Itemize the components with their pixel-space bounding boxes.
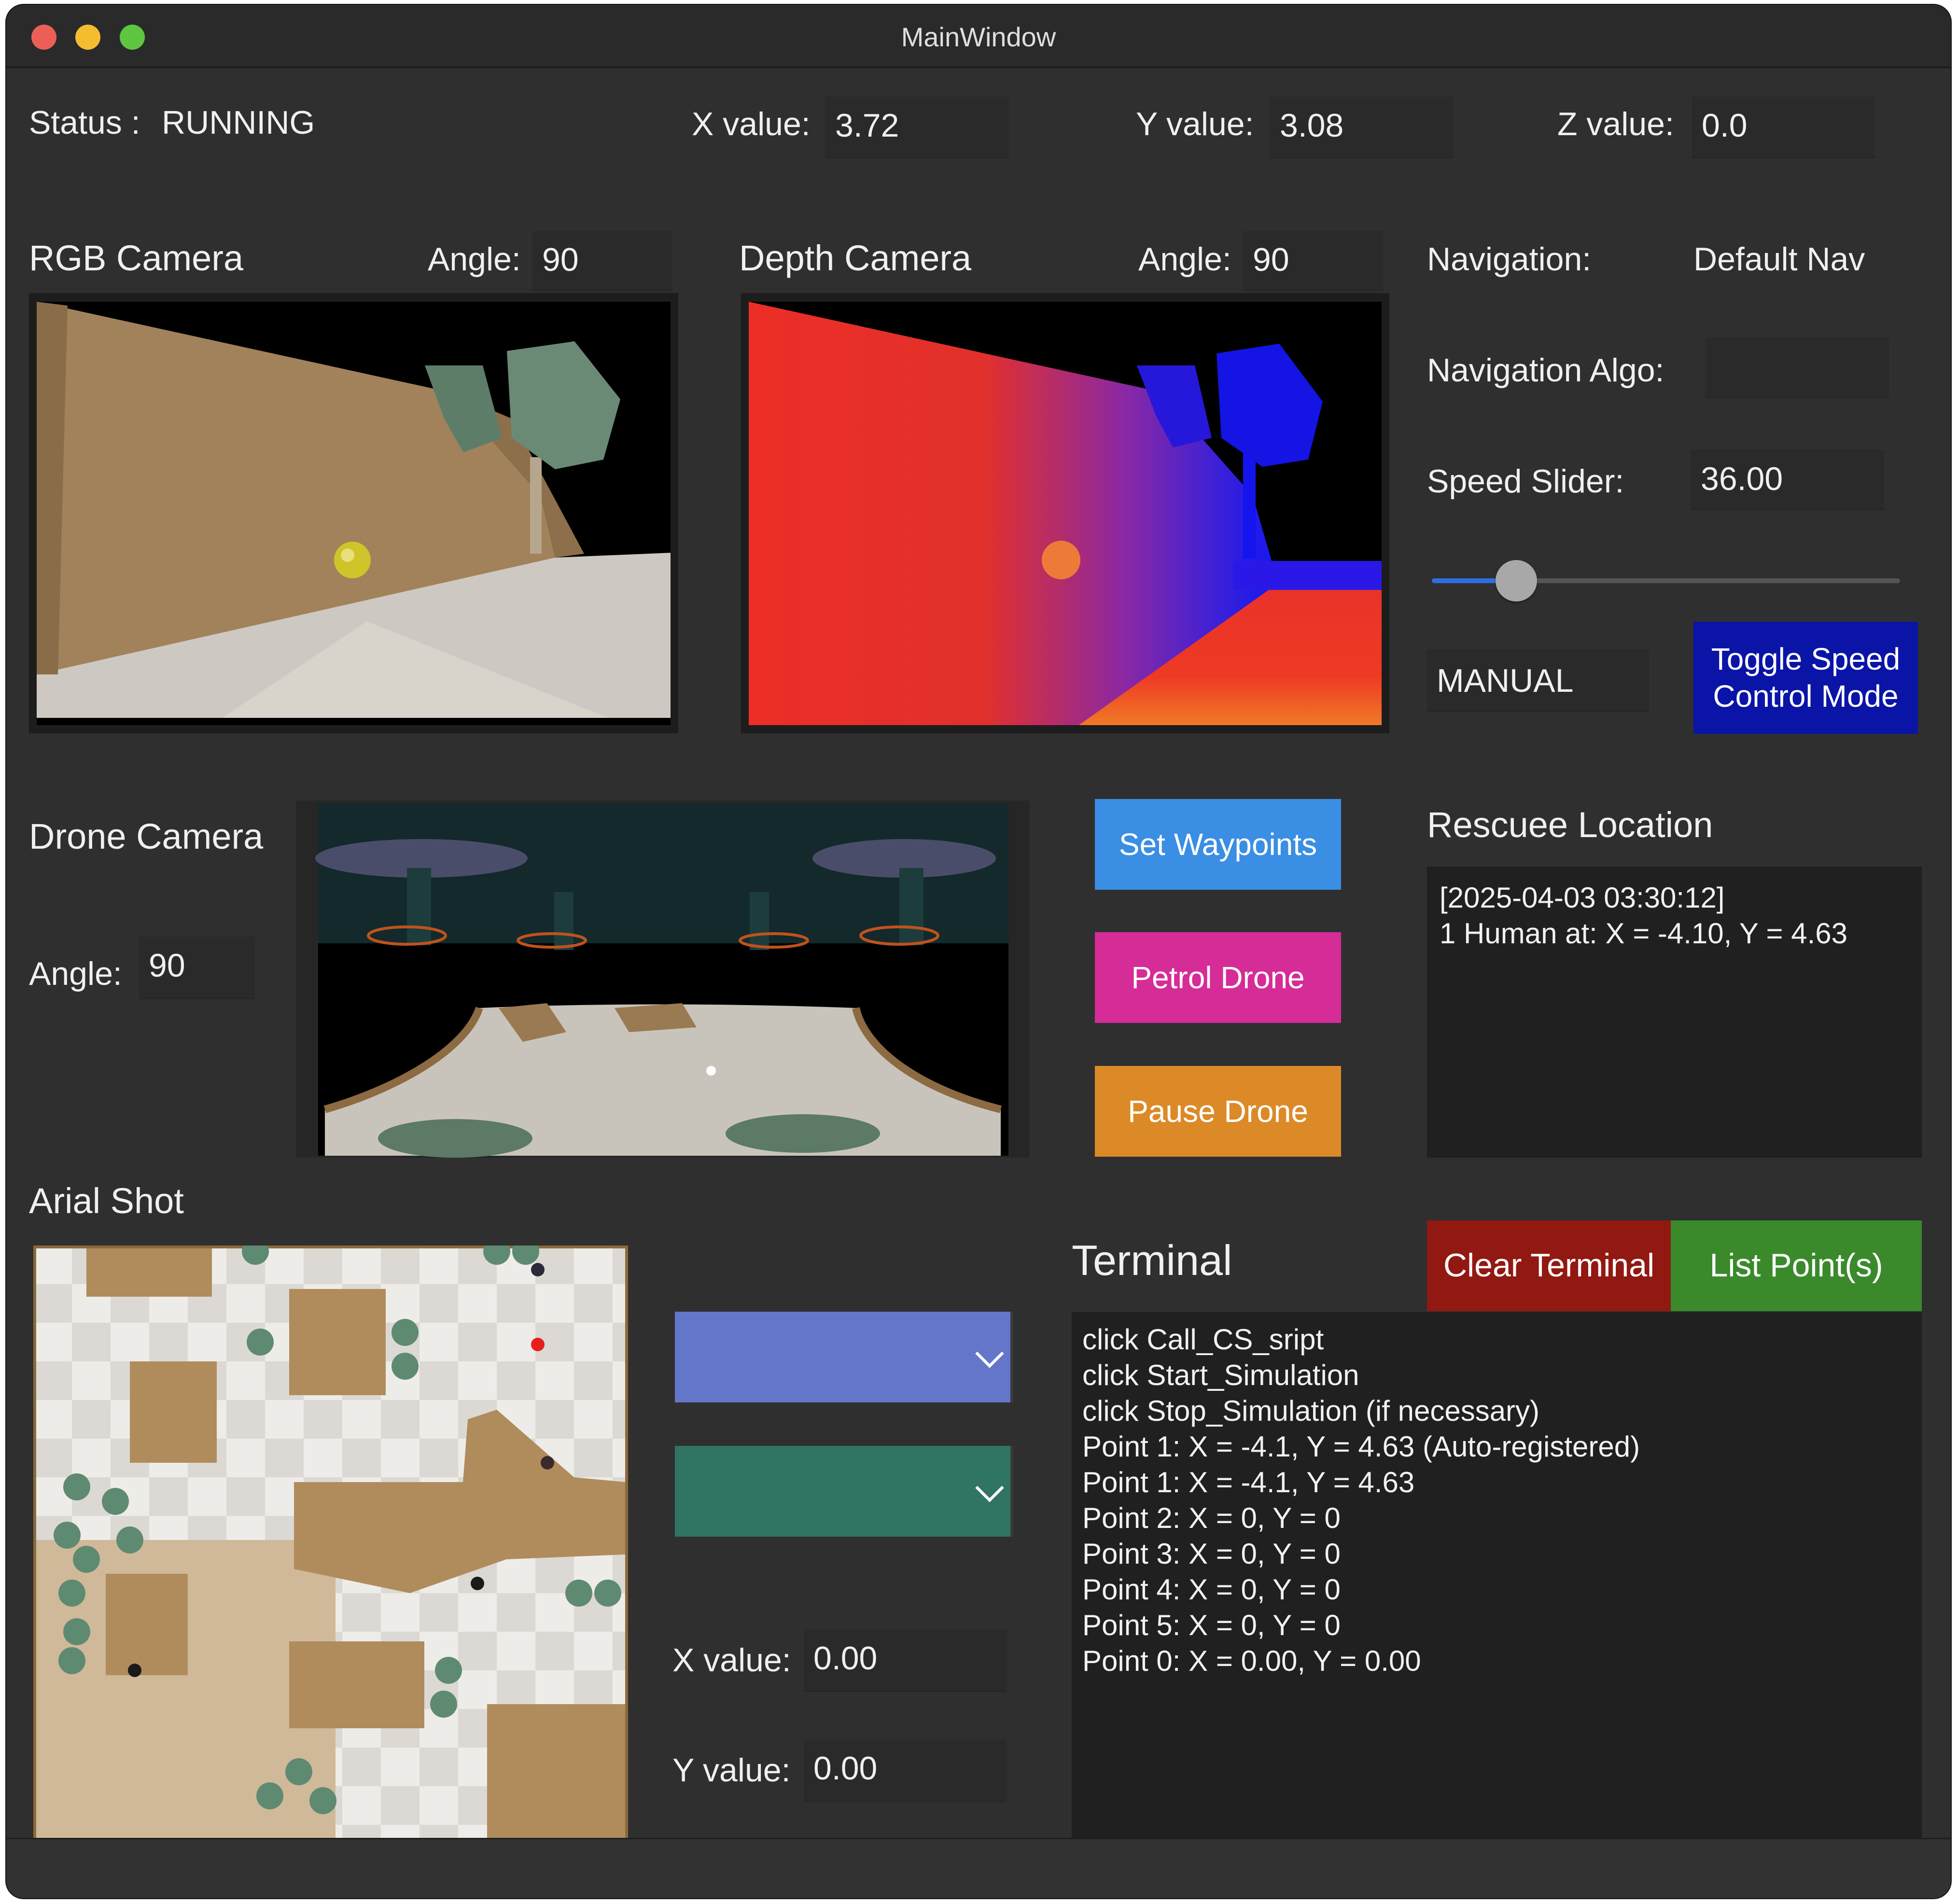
second-dropdown[interactable] <box>675 1446 1013 1537</box>
rgb-camera-title: RGB Camera <box>29 238 244 278</box>
petrol-drone-button[interactable]: Petrol Drone <box>1095 932 1341 1023</box>
speed-slider-handle[interactable] <box>1495 560 1537 602</box>
depth-camera-title: Depth Camera <box>739 238 972 278</box>
status-bar <box>6 1838 1951 1898</box>
navigation-algo-field[interactable] <box>1706 338 1889 398</box>
rgb-angle-field[interactable]: 90 <box>532 231 672 291</box>
drone-camera-image <box>315 803 1008 1158</box>
drone-angle-field[interactable]: 90 <box>139 937 255 999</box>
depth-camera-image <box>749 302 1382 725</box>
waypoint-x-label: X value: <box>672 1642 791 1679</box>
clear-terminal-button[interactable]: Clear Terminal <box>1427 1220 1671 1311</box>
waypoint-x-field[interactable]: 0.00 <box>804 1629 1007 1692</box>
depth-angle-label: Angle: <box>1138 241 1231 278</box>
title-bar: MainWindow <box>6 5 1951 68</box>
drone-angle-label: Angle: <box>29 955 122 992</box>
x-value-field[interactable]: 3.72 <box>825 97 1009 158</box>
chevron-down-icon <box>975 1473 1004 1502</box>
y-value-label: Y value: <box>1136 106 1254 142</box>
pause-drone-button[interactable]: Pause Drone <box>1095 1066 1341 1157</box>
x-value-label: X value: <box>692 106 811 142</box>
drone-camera-view <box>296 800 1030 1158</box>
navigation-label: Navigation: <box>1427 241 1592 278</box>
z-value-field[interactable]: 0.0 <box>1692 97 1875 158</box>
terminal-title: Terminal <box>1072 1236 1232 1284</box>
arial-shot-view <box>33 1246 628 1842</box>
z-value-label: Z value: <box>1557 106 1674 142</box>
status-label: Status : <box>29 104 140 141</box>
drone-camera-title: Drone Camera <box>29 816 264 856</box>
waypoint-y-field[interactable]: 0.00 <box>804 1739 1007 1802</box>
arial-shot-title: Arial Shot <box>29 1181 184 1221</box>
depth-camera-view <box>741 293 1389 733</box>
window-title: MainWindow <box>901 22 1056 52</box>
list-points-button[interactable]: List Point(s) <box>1671 1220 1922 1311</box>
first-dropdown[interactable] <box>675 1312 1013 1402</box>
speed-mode-field: MANUAL <box>1427 649 1649 712</box>
rescuee-location-text: [2025-04-03 03:30:12] 1 Human at: X = -4… <box>1427 867 1922 1158</box>
arial-shot-image <box>36 1246 625 1839</box>
set-waypoints-button[interactable]: Set Waypoints <box>1095 799 1341 890</box>
rgb-camera-image <box>37 302 671 725</box>
toggle-speed-control-mode-button[interactable]: Toggle Speed Control Mode <box>1693 622 1918 734</box>
main-window: MainWindow Status : RUNNING X value: 3.7… <box>6 5 1951 1898</box>
depth-angle-field[interactable]: 90 <box>1243 231 1383 291</box>
chevron-down-icon <box>975 1339 1004 1368</box>
status-value: RUNNING <box>162 104 315 141</box>
rgb-angle-label: Angle: <box>428 241 521 278</box>
navigation-algo-label: Navigation Algo: <box>1427 352 1664 389</box>
rescuee-location-title: Rescuee Location <box>1427 805 1713 845</box>
speed-value-field[interactable]: 36.00 <box>1691 450 1884 510</box>
terminal-output: click Call_CS_sript click Start_Simulati… <box>1072 1312 1922 1843</box>
rgb-camera-view <box>29 293 678 733</box>
navigation-value: Default Nav <box>1693 241 1865 278</box>
y-value-field[interactable]: 3.08 <box>1270 97 1454 158</box>
waypoint-y-label: Y value: <box>672 1752 791 1789</box>
speed-slider-label: Speed Slider: <box>1427 463 1624 500</box>
speed-slider[interactable] <box>1432 560 1900 603</box>
